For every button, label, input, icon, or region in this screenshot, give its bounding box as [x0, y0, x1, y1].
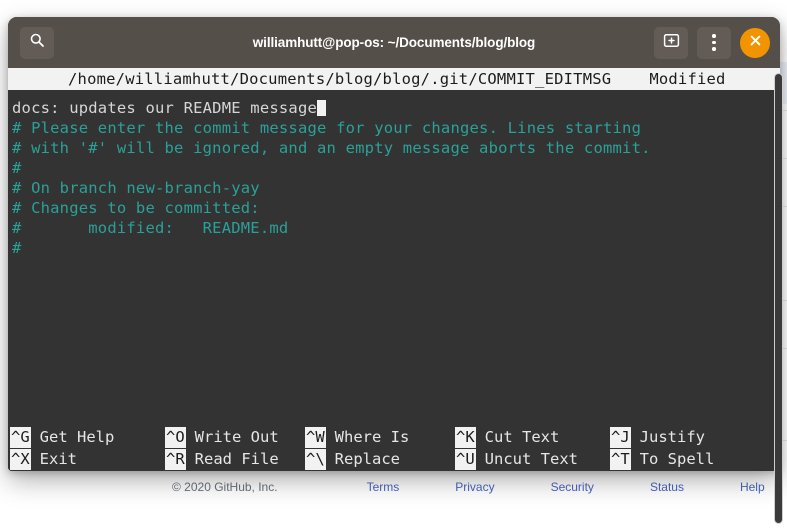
shortcut-label: Get Help [39, 428, 115, 446]
shortcut-label: Justify [639, 428, 705, 446]
shortcut-key: ^R [165, 449, 186, 470]
shortcut-key: ^\ [305, 449, 326, 470]
nano-modified-flag: Modified [649, 70, 726, 88]
terminal-scrollbar[interactable] [772, 73, 785, 524]
shortcut-label: Where Is [334, 428, 410, 446]
nano-shortcut-bar: ^G Get Help ^X Exit ^O Write Out ^R Read… [8, 426, 780, 471]
footer-link-privacy[interactable]: Privacy [455, 480, 494, 494]
shortcut-label: Uncut Text [484, 450, 578, 468]
close-button[interactable] [740, 27, 770, 58]
footer-copyright: © 2020 GitHub, Inc. [172, 480, 278, 494]
shortcut-label: Write Out [194, 428, 279, 446]
editor-line: docs: updates our README message [12, 98, 780, 118]
nano-status-bar: /home/williamhutt/Documents/blog/blog/.g… [8, 68, 780, 90]
editor-line: # with '#' will be ignored, and an empty… [12, 139, 651, 157]
new-tab-icon [663, 32, 680, 54]
shortcut-key: ^X [10, 449, 31, 470]
footer-link-help[interactable]: Help [740, 480, 765, 494]
footer-link-security[interactable]: Security [551, 480, 594, 494]
search-icon [29, 32, 45, 53]
nano-file-path: /home/williamhutt/Documents/blog/blog/.g… [68, 70, 612, 88]
footer-link-terms[interactable]: Terms [367, 480, 400, 494]
shortcut-replace[interactable]: ^\ Replace [305, 449, 455, 470]
shortcut-column: ^O Write Out ^R Read File [165, 426, 305, 471]
terminal-scrollbar-thumb[interactable] [774, 73, 783, 524]
editor-line: # modified: README.md [12, 219, 289, 237]
shortcut-where-is[interactable]: ^W Where Is [305, 427, 455, 448]
shortcut-label: To Spell [639, 450, 715, 468]
shortcut-column: ^G Get Help ^X Exit [10, 426, 165, 471]
shortcut-key: ^K [455, 427, 476, 448]
menu-button[interactable] [697, 26, 731, 59]
terminal-window: williamhutt@pop-os: ~/Documents/blog/blo… [8, 17, 780, 471]
shortcut-column: ^W Where Is ^\ Replace [305, 426, 455, 471]
shortcut-cut-text[interactable]: ^K Cut Text [455, 427, 610, 448]
shortcut-label: Replace [334, 450, 400, 468]
shortcut-justify[interactable]: ^J Justify [610, 427, 750, 448]
nano-editor[interactable]: /home/williamhutt/Documents/blog/blog/.g… [8, 68, 780, 471]
shortcut-key: ^G [10, 427, 31, 448]
kebab-menu-icon [712, 34, 716, 51]
text-cursor [317, 100, 327, 116]
shortcut-label: Read File [194, 450, 279, 468]
shortcut-key: ^O [165, 427, 186, 448]
shortcut-label: Cut Text [484, 428, 560, 446]
new-tab-button[interactable] [654, 26, 688, 59]
shortcut-key: ^T [610, 449, 631, 470]
shortcut-key: ^W [305, 427, 326, 448]
shortcut-label: Exit [39, 450, 77, 468]
shortcut-to-spell[interactable]: ^T To Spell [610, 449, 750, 470]
editor-line-text: docs: updates our README message [12, 99, 318, 117]
editor-line: # On branch new-branch-yay [12, 179, 260, 197]
editor-line: # Please enter the commit message for yo… [12, 119, 642, 137]
shortcut-uncut-text[interactable]: ^U Uncut Text [455, 449, 610, 470]
shortcut-read-file[interactable]: ^R Read File [165, 449, 305, 470]
site-footer: © 2020 GitHub, Inc. Terms Privacy Securi… [0, 470, 787, 528]
shortcut-get-help[interactable]: ^G Get Help [10, 427, 165, 448]
shortcut-exit[interactable]: ^X Exit [10, 449, 165, 470]
editor-line: # [12, 159, 22, 177]
close-icon [749, 34, 762, 52]
shortcut-column: ^J Justify ^T To Spell [610, 426, 750, 471]
shortcut-key: ^J [610, 427, 631, 448]
editor-line: # [12, 239, 22, 257]
shortcut-key: ^U [455, 449, 476, 470]
footer-inner: © 2020 GitHub, Inc. Terms Privacy Securi… [0, 480, 765, 494]
window-controls [654, 26, 770, 59]
shortcut-column: ^K Cut Text ^U Uncut Text [455, 426, 610, 471]
footer-link-status[interactable]: Status [650, 480, 684, 494]
shortcut-write-out[interactable]: ^O Write Out [165, 427, 305, 448]
nano-text-area[interactable]: docs: updates our README message # Pleas… [8, 90, 780, 420]
search-button[interactable] [20, 26, 54, 59]
window-title-bar: williamhutt@pop-os: ~/Documents/blog/blo… [8, 17, 780, 68]
editor-line: # Changes to be committed: [12, 199, 260, 217]
